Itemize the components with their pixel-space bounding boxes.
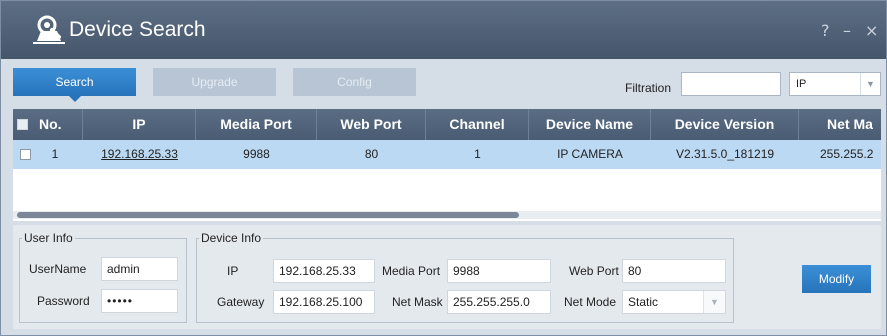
header-ip[interactable]: IP: [83, 109, 196, 140]
info-panel: User Info UserName admin Password ••••• …: [13, 225, 881, 329]
modify-button[interactable]: Modify: [802, 265, 871, 293]
toolbar: Search Upgrade Config Filtration IP ▼: [1, 59, 886, 103]
header-web-port[interactable]: Web Port: [317, 109, 426, 140]
horizontal-scrollbar-thumb[interactable]: [17, 212, 519, 218]
filter-type-select[interactable]: IP ▼: [789, 72, 881, 96]
magnifier-device-icon: [33, 15, 65, 44]
net-mode-select[interactable]: Static ▼: [622, 290, 726, 314]
header-no-label: No.: [39, 116, 62, 132]
chevron-down-icon: ▼: [860, 73, 880, 95]
table-header: No. IP Media Port Web Port Channel Devic…: [13, 109, 881, 140]
search-tab-button[interactable]: Search: [13, 68, 136, 102]
web-port-input[interactable]: 80: [622, 259, 726, 283]
net-mask-input[interactable]: 255.255.255.0: [447, 290, 551, 314]
title-bar: Device Search ? – ×: [1, 1, 886, 59]
web-port-label: Web Port: [569, 264, 619, 278]
device-search-window: Device Search ? – × Search Upgrade Confi…: [0, 0, 887, 336]
header-media-port[interactable]: Media Port: [196, 109, 317, 140]
filtration-input[interactable]: [681, 72, 781, 96]
header-device-version[interactable]: Device Version: [651, 109, 799, 140]
gateway-input[interactable]: 192.168.25.100: [273, 290, 375, 314]
device-info-legend: Device Info: [201, 231, 262, 245]
filtration-label: Filtration: [625, 81, 672, 95]
help-button[interactable]: ?: [821, 21, 830, 40]
config-tab-button[interactable]: Config: [293, 68, 416, 96]
window-title: Device Search: [69, 18, 206, 41]
cell-device-version: V2.31.5.0_181219: [675, 147, 775, 161]
cell-web-port: 80: [364, 147, 379, 161]
device-table: No. IP Media Port Web Port Channel Devic…: [13, 109, 881, 221]
upgrade-tab-button[interactable]: Upgrade: [153, 68, 276, 96]
row-checkbox[interactable]: [20, 149, 31, 160]
gateway-label: Gateway: [217, 295, 265, 309]
close-button[interactable]: ×: [865, 21, 878, 40]
header-channel[interactable]: Channel: [426, 109, 529, 140]
cell-no: 1: [51, 147, 59, 161]
password-input[interactable]: •••••: [101, 289, 178, 313]
ip-input[interactable]: 192.168.25.33: [273, 259, 375, 283]
select-all-checkbox[interactable]: [17, 119, 28, 130]
cell-ip[interactable]: 192.168.25.33: [83, 140, 196, 169]
username-label: UserName: [29, 262, 87, 276]
header-device-name[interactable]: Device Name: [529, 109, 651, 140]
ip-label: IP: [227, 264, 239, 278]
media-port-input[interactable]: 9988: [447, 259, 551, 283]
chevron-down-icon: ▼: [703, 291, 725, 313]
user-info-legend: User Info: [24, 231, 73, 245]
filter-type-value: IP: [796, 78, 807, 90]
header-no[interactable]: No.: [13, 109, 83, 140]
header-net-mask[interactable]: Net Ma: [799, 109, 881, 140]
media-port-label: Media Port: [382, 264, 441, 278]
minimize-button[interactable]: –: [843, 21, 851, 40]
net-mode-value: Static: [628, 295, 659, 309]
table-row[interactable]: 1 192.168.25.33 9988 80 1 IP CAMERA V2.3…: [13, 140, 881, 169]
cell-device-name: IP CAMERA: [557, 147, 623, 161]
password-label: Password: [37, 294, 90, 308]
net-mode-label: Net Mode: [564, 295, 617, 309]
cell-channel: 1: [474, 147, 481, 161]
username-input[interactable]: admin: [101, 257, 178, 281]
cell-net-mask: 255.255.2: [820, 147, 874, 161]
cell-media-port: 9988: [243, 147, 270, 161]
net-mask-label: Net Mask: [392, 295, 443, 309]
